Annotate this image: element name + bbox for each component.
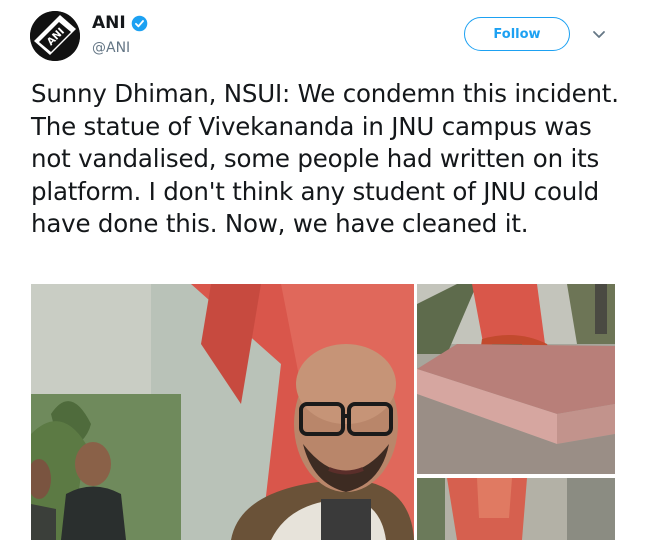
display-name[interactable]: ANI bbox=[92, 13, 126, 33]
follow-button[interactable]: Follow bbox=[464, 17, 570, 51]
verified-badge-icon bbox=[131, 15, 148, 31]
tweet-header: ANI ANI @ANI Follow bbox=[0, 0, 650, 75]
photo-statue-side[interactable] bbox=[417, 478, 615, 540]
media-grid bbox=[31, 284, 615, 540]
avatar[interactable]: ANI bbox=[30, 11, 80, 61]
user-handle[interactable]: @ANI bbox=[92, 40, 130, 56]
ani-logo-icon: ANI bbox=[30, 11, 80, 61]
tweet-text: Sunny Dhiman, NSUI: We condemn this inci… bbox=[31, 79, 619, 239]
chevron-down-icon[interactable] bbox=[590, 26, 608, 44]
photo-speaker[interactable] bbox=[31, 284, 414, 540]
photo-statue-base[interactable] bbox=[417, 284, 615, 474]
